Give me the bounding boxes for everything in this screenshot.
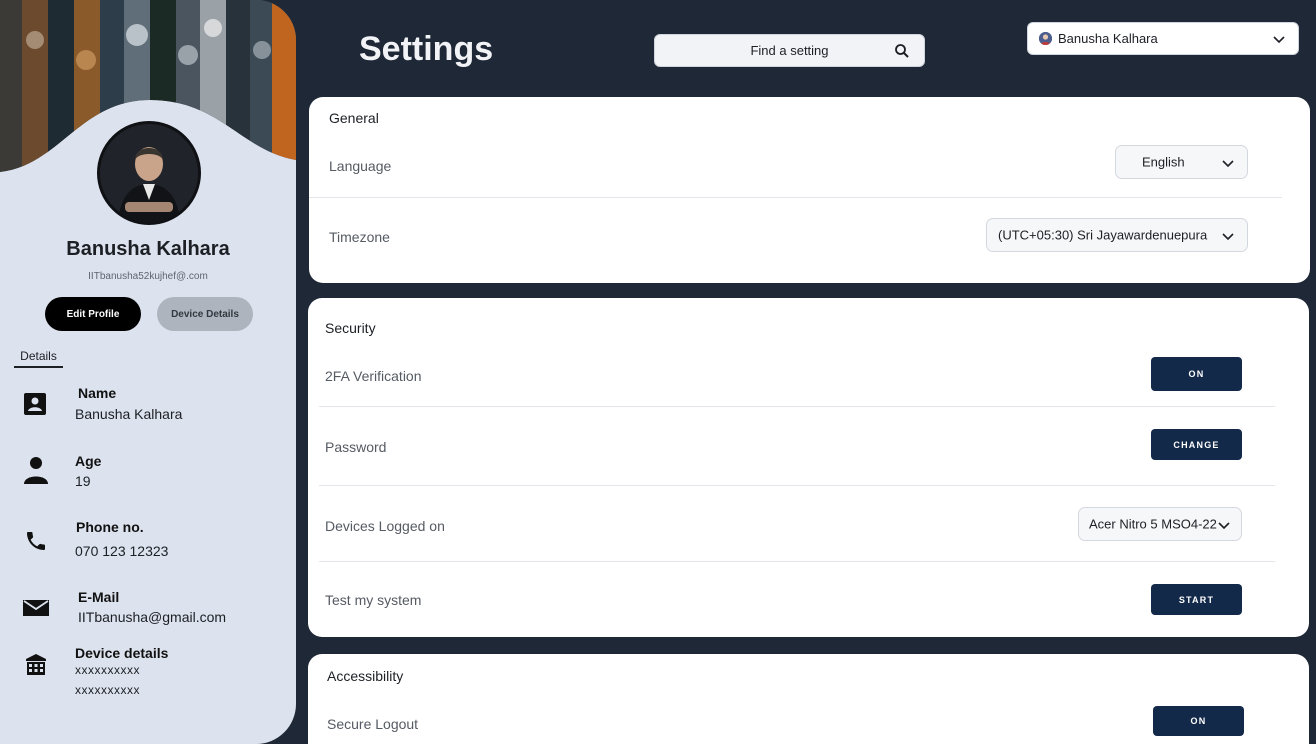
secure-logout-toggle-button[interactable]: ON xyxy=(1153,706,1244,736)
detail-phone-value: 070 123 12323 xyxy=(75,543,169,559)
test-system-label: Test my system xyxy=(325,592,422,608)
profile-name: Banusha Kalhara xyxy=(66,238,230,260)
start-test-button[interactable]: START xyxy=(1151,584,1242,615)
person-icon xyxy=(23,456,49,484)
detail-name-value: Banusha Kalhara xyxy=(75,406,183,422)
mail-icon xyxy=(23,598,49,624)
detail-device-value-2: xxxxxxxxxx xyxy=(75,683,140,697)
edit-profile-button[interactable]: Edit Profile xyxy=(45,297,141,331)
accessibility-title: Accessibility xyxy=(327,668,404,684)
search-box xyxy=(654,34,925,67)
devices-select[interactable]: Acer Nitro 5 MSO4-22 xyxy=(1078,507,1242,541)
profile-email: IITbanusha52kujhef@.com xyxy=(88,271,208,282)
change-password-button[interactable]: CHANGE xyxy=(1151,429,1242,460)
search-input[interactable] xyxy=(689,43,890,58)
detail-age-title: Age xyxy=(75,453,102,469)
detail-device-title: Device details xyxy=(75,645,169,661)
contact-card-icon xyxy=(23,392,49,418)
language-select[interactable]: English xyxy=(1115,145,1248,179)
timezone-select-value: (UTC+05:30) Sri Jayawardenuepura xyxy=(998,227,1208,243)
general-title: General xyxy=(329,110,379,126)
detail-device-value-1: xxxxxxxxxx xyxy=(75,663,140,677)
chevron-down-icon xyxy=(1272,32,1286,46)
accessibility-card: Accessibility Secure Logout ON xyxy=(308,654,1309,744)
page-title: Settings xyxy=(359,30,494,68)
general-card: General Language English Timezone (UTC+0… xyxy=(309,97,1310,283)
password-label: Password xyxy=(325,439,387,455)
secure-logout-label: Secure Logout xyxy=(327,716,419,732)
twofa-label: 2FA Verification xyxy=(325,368,422,384)
building-icon xyxy=(24,653,50,679)
language-label: Language xyxy=(329,158,392,174)
profile-panel: Banusha Kalhara IITbanusha52kujhef@.com … xyxy=(0,0,296,744)
phone-icon xyxy=(24,529,50,555)
language-select-value: English xyxy=(1142,154,1185,170)
divider xyxy=(309,197,1282,198)
device-details-button[interactable]: Device Details xyxy=(157,297,253,331)
detail-age-value: 19 xyxy=(75,473,91,489)
twofa-toggle-button[interactable]: ON xyxy=(1151,357,1242,391)
devices-select-value: Acer Nitro 5 MSO4-22 xyxy=(1089,516,1217,532)
devices-label: Devices Logged on xyxy=(325,518,445,534)
chevron-down-icon xyxy=(1221,156,1235,170)
divider xyxy=(319,485,1275,486)
profile-avatar xyxy=(97,121,201,225)
chevron-down-icon xyxy=(1221,229,1235,243)
detail-email-title: E-Mail xyxy=(78,589,120,605)
timezone-label: Timezone xyxy=(329,229,390,245)
settings-page: Banusha Kalhara IITbanusha52kujhef@.com … xyxy=(0,0,1316,744)
security-card: Security 2FA Verification ON Password CH… xyxy=(308,298,1309,637)
user-account-name: Banusha Kalhara xyxy=(1058,31,1158,46)
security-title: Security xyxy=(325,320,376,336)
tab-details[interactable]: Details xyxy=(14,349,63,368)
search-icon[interactable] xyxy=(894,43,910,59)
divider xyxy=(319,561,1275,562)
divider xyxy=(319,406,1275,407)
chevron-down-icon xyxy=(1217,518,1231,532)
detail-email-value: IITbanusha@gmail.com xyxy=(78,609,227,625)
user-account-dropdown[interactable]: Banusha Kalhara xyxy=(1027,22,1299,55)
timezone-select[interactable]: (UTC+05:30) Sri Jayawardenuepura xyxy=(986,218,1248,252)
detail-phone-title: Phone no. xyxy=(76,519,144,535)
user-avatar-icon xyxy=(1039,32,1052,45)
detail-name-title: Name xyxy=(78,385,117,401)
